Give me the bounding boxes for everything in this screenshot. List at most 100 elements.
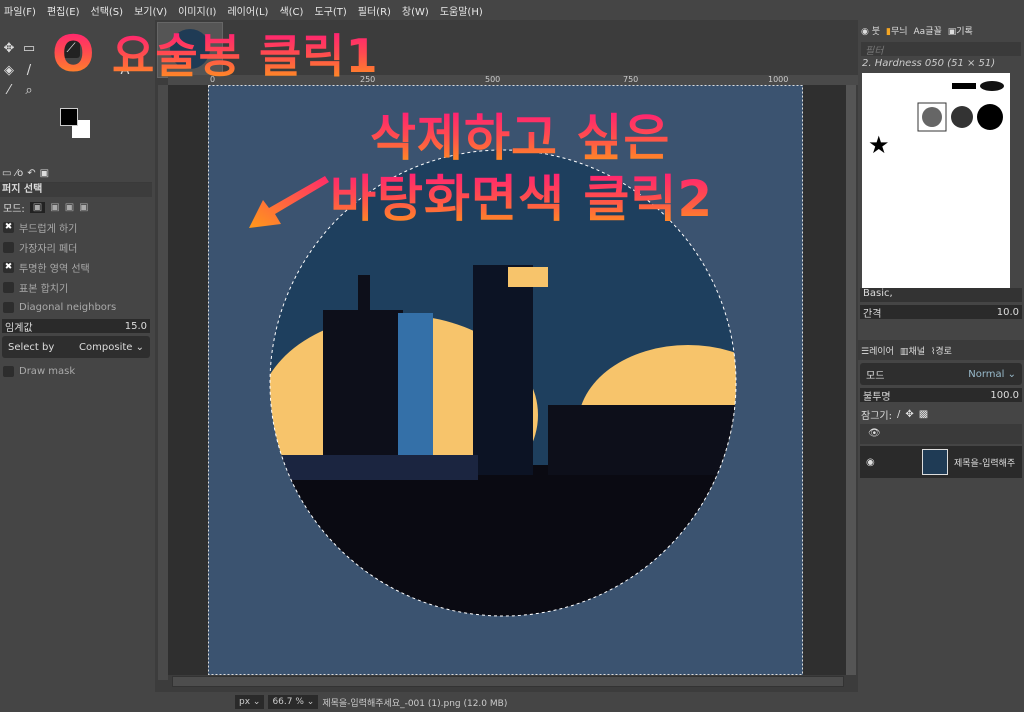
rect-select-icon[interactable]: ▭	[20, 40, 38, 58]
lock-pixels-icon[interactable]: /	[897, 409, 900, 420]
spacing-spinner[interactable]: 간격 10.0	[860, 305, 1022, 320]
selected-brush-label: 2. Hardness 050 (51 × 51)	[862, 58, 996, 69]
menu-image[interactable]: 이미지(I)	[178, 3, 216, 18]
tab-label: 레이어	[869, 346, 894, 357]
mode-add-icon[interactable]: ▣	[50, 202, 59, 213]
spacing-label: 간격	[863, 308, 882, 320]
threshold-value[interactable]: 15.0	[125, 321, 147, 332]
transparent-checkbox[interactable]: ✖	[3, 261, 14, 273]
tab-history[interactable]: ▣기록	[948, 24, 973, 37]
visibility-eye-icon[interactable]: ◉	[866, 457, 916, 468]
toolbox: ✥ ▭ ⟋ ◈ / A ⁄ ⌕ ▭⁄o↶▣ 퍼지 선택 모드:▣▣▣▣ ✖부드럽…	[0, 20, 152, 712]
brush-filter-input[interactable]: 필터	[861, 42, 1021, 57]
tab-label: 붓	[871, 26, 880, 37]
menu-view[interactable]: 보기(V)	[134, 3, 167, 18]
undo-history-icon[interactable]: ↶	[27, 168, 35, 179]
mode-subtract-icon[interactable]: ▣	[65, 202, 74, 213]
mode-label: 모드	[866, 370, 885, 382]
annotation-circle-marker: O	[52, 25, 96, 83]
status-bar: px ⌄ 66.7 % ⌄ 제목을-입력해주세요_-001 (1).png (1…	[155, 692, 858, 712]
feather-checkbox[interactable]	[3, 241, 14, 253]
spacing-value[interactable]: 10.0	[997, 307, 1019, 318]
transparent-label: 투명한 영역 선택	[19, 263, 90, 275]
menu-windows[interactable]: 창(W)	[402, 3, 429, 18]
vertical-ruler	[158, 85, 168, 680]
tool-options-title: 퍼지 선택	[0, 183, 152, 197]
threshold-spinner[interactable]: 임계값 15.0	[2, 319, 150, 334]
mode-value: Normal	[968, 368, 1005, 380]
layer-thumbnail	[922, 449, 948, 475]
brush-previews: ★	[868, 81, 1004, 159]
images-tab-icon[interactable]: ▣	[40, 168, 49, 179]
tab-label: 경로	[935, 346, 952, 357]
unit-value: px	[239, 697, 251, 707]
bucket-fill-icon[interactable]: ◈	[0, 62, 18, 80]
layer-row[interactable]: ◉ 제목을-입력해주	[860, 446, 1022, 478]
brush-grid[interactable]: ★	[862, 73, 1010, 288]
threshold-label: 임계값	[5, 322, 33, 334]
tab-label: 채널	[908, 346, 925, 357]
tab-channels[interactable]: ▥채널	[900, 344, 925, 357]
ruler-tick: 750	[623, 75, 639, 84]
tool-options-tab-icon[interactable]: ▭	[2, 168, 11, 179]
tab-layers[interactable]: ☰레이어	[861, 344, 894, 357]
color-picker-icon[interactable]: ⁄	[0, 82, 18, 100]
tool-options: ▭ ⁄o ↶ ▣ 퍼지 선택 모드: ▣ ▣ ▣ ▣ ✖ 부드럽게 하기 가장자리 페더 ✖ 투명…	[0, 165, 152, 381]
unit-dropdown[interactable]: px ⌄	[235, 695, 265, 709]
select-by-dropdown[interactable]: Select by Composite ⌄	[2, 336, 150, 358]
tab-paths[interactable]: ⌇경로	[931, 344, 952, 357]
opacity-label: 불투명	[863, 391, 891, 403]
ruler-tick: 500	[485, 75, 501, 84]
menu-select[interactable]: 선택(S)	[91, 3, 124, 18]
antialias-checkbox[interactable]: ✖	[3, 221, 14, 233]
tab-label: 무늬	[890, 26, 908, 37]
file-info: 제목을-입력해주세요_-001 (1).png (12.0 MB)	[322, 698, 508, 709]
menu-bar: 파일(F) 편집(E) 선택(S) 보기(V) 이미지(I) 레이어(L) 색(…	[0, 0, 1024, 20]
menu-help[interactable]: 도움말(H)	[440, 3, 483, 18]
tab-patterns[interactable]: ▮무늬	[886, 24, 908, 37]
menu-tools[interactable]: 도구(T)	[314, 3, 346, 18]
svg-text:★: ★	[868, 131, 890, 159]
layer-mode-dropdown[interactable]: 모드 Normal ⌄	[860, 363, 1022, 385]
zoom-dropdown[interactable]: 66.7 % ⌄	[268, 695, 319, 709]
antialias-label: 부드럽게 하기	[19, 223, 78, 235]
mode-replace-icon[interactable]: ▣	[29, 201, 46, 213]
tab-brushes[interactable]: ◉ 붓	[861, 24, 880, 37]
tab-label: 기록	[956, 26, 973, 37]
feather-label: 가장자리 페더	[19, 243, 78, 255]
vertical-scrollbar[interactable]	[846, 85, 856, 675]
right-dock: ◉ 붓 ▮무늬 Aa글꼴 ▣기록 필터 2. Hardness 050 (51 …	[858, 20, 1024, 712]
menu-file[interactable]: 파일(F)	[4, 3, 36, 18]
lock-alpha-icon[interactable]: ▩	[919, 409, 928, 420]
menu-colors[interactable]: 색(C)	[279, 3, 303, 18]
zoom-icon[interactable]: ⌕	[20, 82, 38, 100]
preset-value: Basic,	[863, 288, 893, 299]
layer-list-header: 👁	[860, 424, 1022, 444]
foreground-color[interactable]	[60, 108, 78, 126]
annotation-arrow-icon	[249, 176, 329, 228]
tab-label: 글꼴	[925, 26, 942, 37]
menu-layer[interactable]: 레이어(L)	[227, 3, 268, 18]
diagonal-checkbox[interactable]	[3, 301, 14, 313]
move-tool-icon[interactable]: ✥	[0, 40, 18, 58]
ruler-tick: 1000	[768, 75, 789, 84]
sample-merged-checkbox[interactable]	[3, 281, 14, 293]
horizontal-scrollbar[interactable]	[172, 676, 844, 687]
brush-preset-dropdown[interactable]: Basic,	[860, 288, 1022, 302]
opacity-spinner[interactable]: 불투명 100.0	[860, 388, 1022, 403]
zoom-value: 66.7 %	[272, 697, 304, 707]
sample-merged-label: 표본 합치기	[19, 283, 69, 295]
paintbrush-icon[interactable]: /	[20, 62, 38, 80]
layer-name[interactable]: 제목을-입력해주	[954, 456, 1015, 469]
opacity-value[interactable]: 100.0	[990, 390, 1019, 401]
chevron-down-icon: ⌄	[135, 341, 144, 353]
annotation-step2-line2: 바탕화면색 클릭2	[330, 170, 714, 228]
menu-filters[interactable]: 필터(R)	[358, 3, 391, 18]
draw-mask-checkbox[interactable]	[3, 365, 14, 377]
lock-label: 잠그기:	[861, 410, 892, 422]
menu-edit[interactable]: 편집(E)	[47, 3, 80, 18]
tab-fonts[interactable]: Aa글꼴	[914, 24, 942, 37]
mode-intersect-icon[interactable]: ▣	[79, 202, 88, 213]
lock-position-icon[interactable]: ✥	[905, 409, 913, 420]
device-status-icon[interactable]: ⁄o	[15, 168, 23, 179]
